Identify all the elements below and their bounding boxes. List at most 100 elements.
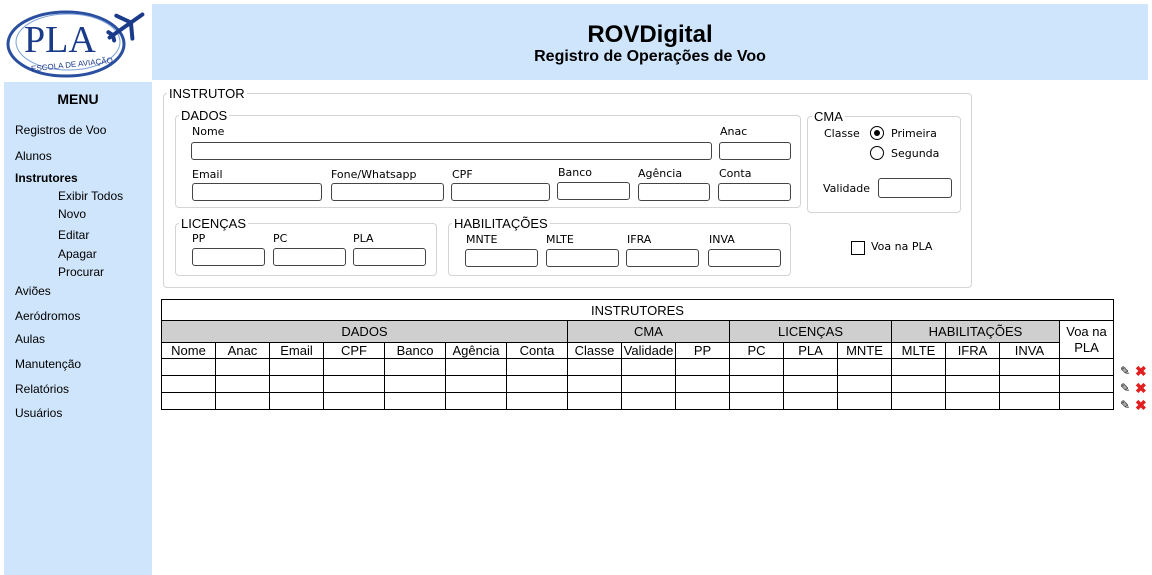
sidebar: MENU Registros de Voo Alunos Instrutores… <box>4 82 152 575</box>
cpf-input[interactable] <box>451 183 550 201</box>
pla-label: PLA <box>353 232 374 245</box>
column-header-conta: Conta <box>506 342 568 359</box>
delete-icon[interactable]: ✖ <box>1135 363 1147 380</box>
pc-label: PC <box>273 232 288 245</box>
table-cell <box>567 392 622 410</box>
nome-input[interactable] <box>191 142 712 160</box>
sidebar-item-avioes[interactable]: Aviões <box>15 284 51 298</box>
segunda-radio[interactable] <box>870 146 884 160</box>
table-cell <box>999 392 1060 410</box>
agencia-input[interactable] <box>638 183 710 201</box>
delete-icon[interactable]: ✖ <box>1135 397 1147 414</box>
table-cell <box>506 392 568 410</box>
menu-title: MENU <box>57 91 99 107</box>
table-cell <box>999 375 1060 393</box>
fone-label: Fone/Whatsapp <box>331 168 417 181</box>
pla-input[interactable] <box>353 248 426 266</box>
table-cell <box>837 375 892 393</box>
mlte-input[interactable] <box>546 249 619 267</box>
pp-label: PP <box>192 232 206 245</box>
table-cell <box>269 375 324 393</box>
table-cell <box>891 375 946 393</box>
pencil-icon[interactable]: ✎ <box>1120 398 1130 412</box>
table-cell <box>506 358 568 376</box>
sidebar-item-instrutores[interactable]: Instrutores <box>15 171 78 185</box>
group-header-dados: DADOS <box>161 320 568 343</box>
table-cell <box>445 375 507 393</box>
table-cell <box>1059 392 1114 410</box>
pp-input[interactable] <box>192 248 265 266</box>
table-cell <box>675 375 730 393</box>
sidebar-item-usuarios[interactable]: Usuários <box>15 406 62 420</box>
inva-input[interactable] <box>708 249 781 267</box>
table-cell <box>161 375 216 393</box>
sidebar-subitem-exibir-todos[interactable]: Exibir Todos <box>58 189 123 203</box>
conta-input[interactable] <box>718 183 791 201</box>
instrutores-table: INSTRUTORES DADOS CMA LICENÇAS HABILITAÇ… <box>161 299 1114 410</box>
banco-input[interactable] <box>557 182 630 200</box>
pc-input[interactable] <box>273 248 346 266</box>
table-row[interactable] <box>161 358 1114 376</box>
sidebar-subitem-novo[interactable]: Novo <box>58 207 86 221</box>
table-cell <box>621 375 676 393</box>
sidebar-item-relatorios[interactable]: Relatórios <box>15 382 69 396</box>
table-cell <box>161 392 216 410</box>
delete-icon[interactable]: ✖ <box>1135 380 1147 397</box>
table-cell <box>783 375 838 393</box>
inva-label: INVA <box>709 233 735 246</box>
group-header-habilitacoes: HABILITAÇÕES <box>891 320 1060 343</box>
column-header-pla: PLA <box>783 342 838 359</box>
sidebar-subitem-editar[interactable]: Editar <box>58 228 89 242</box>
column-header-pc: PC <box>729 342 784 359</box>
validade-input[interactable] <box>878 178 952 198</box>
ifra-label: IFRA <box>627 233 652 246</box>
table-cell <box>384 358 446 376</box>
voa-na-pla-checkbox[interactable] <box>851 241 865 255</box>
sidebar-item-aulas[interactable]: Aulas <box>15 332 45 346</box>
pencil-icon[interactable]: ✎ <box>1120 364 1130 378</box>
cpf-label: CPF <box>452 168 473 181</box>
table-cell <box>1059 375 1114 393</box>
segunda-label: Segunda <box>891 147 940 160</box>
table-cell <box>621 358 676 376</box>
row-actions: ✎ ✖ <box>1120 397 1150 414</box>
table-cell <box>323 392 385 410</box>
column-header-banco: Banco <box>384 342 446 359</box>
sidebar-item-alunos[interactable]: Alunos <box>15 149 52 163</box>
row-actions: ✎ ✖ <box>1120 363 1150 380</box>
sidebar-item-manutencao[interactable]: Manutenção <box>15 357 81 371</box>
anac-input[interactable] <box>719 142 791 160</box>
pencil-icon[interactable]: ✎ <box>1120 381 1130 395</box>
column-header-classe: Classe <box>567 342 622 359</box>
table-cell <box>675 358 730 376</box>
table-cell <box>837 392 892 410</box>
column-header-pp: PP <box>675 342 730 359</box>
nome-label: Nome <box>192 125 225 138</box>
instrutor-form-title: INSTRUTOR <box>167 86 247 101</box>
table-cell <box>215 375 270 393</box>
sidebar-item-aerodromos[interactable]: Aeródromos <box>15 309 80 323</box>
group-header-cma: CMA <box>567 320 730 343</box>
voa-na-pla-label: Voa na PLA <box>871 240 933 253</box>
table-cell <box>384 375 446 393</box>
table-cell <box>891 392 946 410</box>
mnte-input[interactable] <box>465 249 538 267</box>
table-row[interactable] <box>161 392 1114 410</box>
ifra-input[interactable] <box>626 249 699 267</box>
cma-group-title: CMA <box>812 109 845 124</box>
table-row[interactable] <box>161 375 1114 393</box>
validade-label: Validade <box>823 182 870 195</box>
table-cell <box>269 392 324 410</box>
table-cell <box>215 358 270 376</box>
email-input[interactable] <box>192 183 322 201</box>
licencas-group-title: LICENÇAS <box>179 216 249 231</box>
sidebar-subitem-procurar[interactable]: Procurar <box>58 265 104 279</box>
table-cell <box>323 358 385 376</box>
table-cell <box>945 375 1000 393</box>
primeira-radio[interactable] <box>870 126 884 140</box>
primeira-label: Primeira <box>891 127 937 140</box>
table-cell <box>729 375 784 393</box>
sidebar-subitem-apagar[interactable]: Apagar <box>58 247 97 261</box>
sidebar-item-registros-de-voo[interactable]: Registros de Voo <box>15 123 106 137</box>
fone-input[interactable] <box>331 183 444 201</box>
